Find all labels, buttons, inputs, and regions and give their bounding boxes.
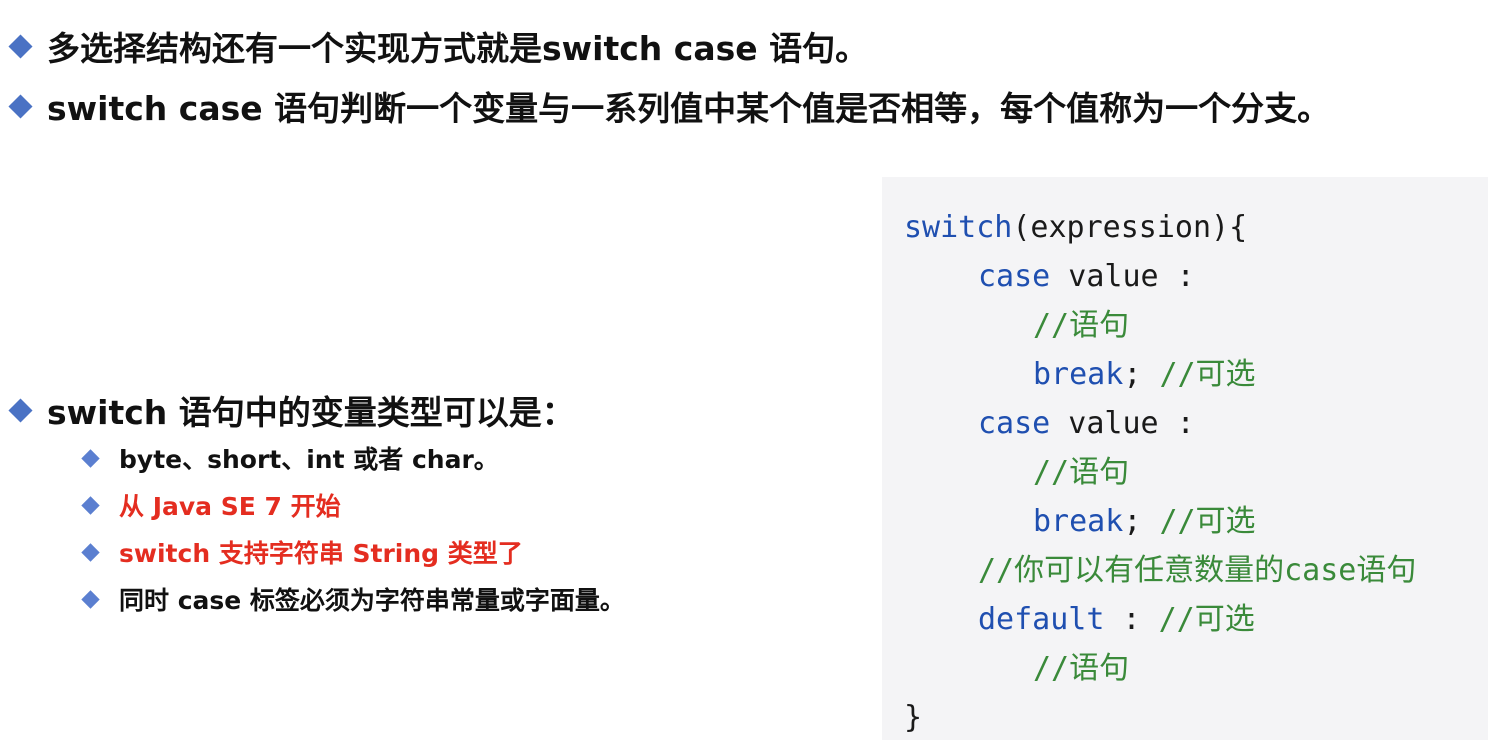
code-comment: //可选 [1158,602,1255,637]
code-text: : [1104,602,1159,637]
code-line: break; //可选 [1033,356,1256,394]
sub-bullet-case-label: 同时 case 标签必须为字符串常量或字面量。 [81,581,625,617]
diamond-bullet-icon [81,542,100,562]
sub-bullet-text: byte、short、int 或者 char。 [119,445,499,474]
code-text: ; [1123,357,1160,392]
code-line: break; //可选 [1033,503,1256,541]
sub-bullet-text: 同时 case 标签必须为字符串常量或字面量。 [119,586,625,615]
code-text: (expression){ [1012,210,1248,245]
bullet-variable-types: switch 语句中的变量类型可以是： [8,386,575,434]
code-line: } [904,699,922,737]
bullet-text: switch 语句中的变量类型可以是： [47,393,575,432]
diamond-bullet-icon [8,397,33,423]
diamond-bullet-icon [8,93,33,119]
code-text: value : [1050,259,1195,294]
code-keyword: switch [904,210,1013,245]
code-line: //你可以有任意数量的case语句 [978,552,1416,590]
code-line: switch(expression){ [904,209,1247,247]
bullet-text: 多选择结构还有一个实现方式就是switch case 语句。 [47,29,869,68]
code-text: ; [1123,504,1160,539]
code-comment: //语句 [1033,308,1130,343]
code-comment: //你可以有任意数量的 [978,553,1285,588]
sub-bullet-java-se7: 从 Java SE 7 开始 [81,487,341,523]
code-comment: //可选 [1159,357,1256,392]
sub-bullet-text: switch 支持字符串 String 类型了 [119,539,523,568]
sub-bullet-text: 从 Java SE 7 开始 [119,492,341,521]
bullet-multi-choice: 多选择结构还有一个实现方式就是switch case 语句。 [8,22,868,70]
bullet-switch-case-desc: switch case 语句判断一个变量与一系列值中某个值是否相等，每个值称为一… [8,82,1330,130]
diamond-bullet-icon [81,448,100,468]
diamond-bullet-icon [81,495,100,515]
code-panel: switch(expression){ case value : //语句 br… [882,177,1488,740]
code-line: case value : [978,405,1195,443]
bullet-text: switch case 语句判断一个变量与一系列值中某个值是否相等，每个值称为一… [47,89,1331,128]
code-text: value : [1050,406,1195,441]
code-line: //语句 [1033,454,1129,492]
sub-bullet-string-support: switch 支持字符串 String 类型了 [81,534,523,570]
code-comment: //可选 [1159,504,1256,539]
diamond-bullet-icon [8,33,33,59]
code-keyword: default [978,602,1105,637]
code-keyword: break [1033,504,1124,539]
code-keyword: break [1033,357,1124,392]
code-line: //语句 [1033,650,1129,688]
code-comment: //语句 [1033,651,1130,686]
code-comment: case [1284,553,1357,588]
code-line: case value : [978,258,1195,296]
diamond-bullet-icon [81,589,100,609]
code-comment: 语句 [1356,553,1417,588]
code-line: //语句 [1033,307,1129,345]
sub-bullet-types: byte、short、int 或者 char。 [81,440,499,476]
code-line: default : //可选 [978,601,1255,639]
code-text: } [904,700,923,735]
code-comment: //语句 [1033,455,1130,490]
code-keyword: case [978,406,1051,441]
code-keyword: case [978,259,1051,294]
